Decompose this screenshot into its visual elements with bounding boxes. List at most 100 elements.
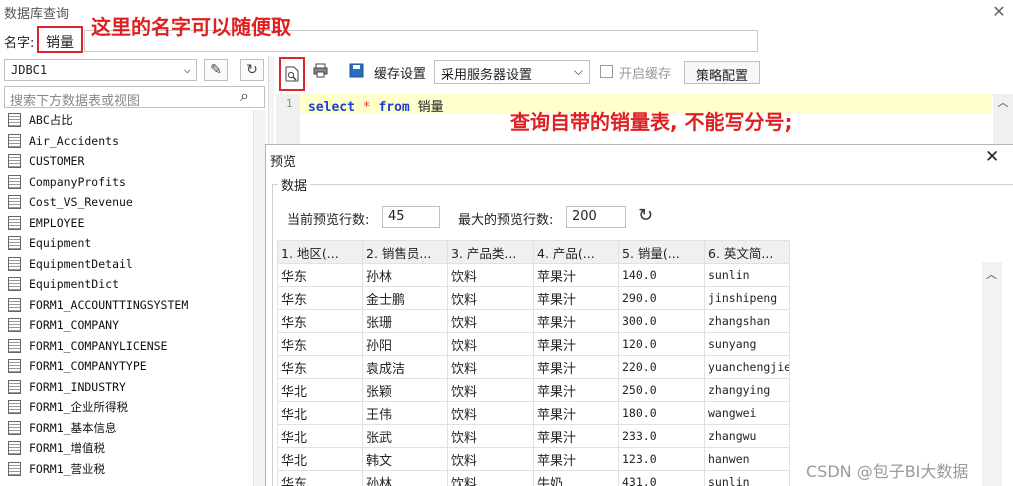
table-item[interactable]: Cost_VS_Revenue: [4, 192, 266, 213]
table-icon: [8, 256, 21, 271]
table-item[interactable]: FORM1_增值税: [4, 438, 266, 459]
table-icon: [8, 174, 21, 189]
table-icon: [8, 195, 21, 210]
close-icon[interactable]: ✕: [985, 147, 999, 167]
window-title: 数据库查询: [4, 7, 70, 22]
refresh-button[interactable]: ↻: [240, 59, 264, 81]
cache-value: 采用服务器设置: [441, 68, 533, 83]
table-item[interactable]: FORM1_营业税: [4, 459, 266, 480]
column-header[interactable]: 6. 英文简...: [704, 240, 790, 264]
table-item[interactable]: Equipment: [4, 233, 266, 254]
table-item[interactable]: FORM1_COMPANYLICENSE: [4, 336, 266, 357]
table-cell: 饮料: [447, 263, 534, 287]
table-cell: 300.0: [618, 309, 705, 333]
column-header[interactable]: 2. 销售员...: [362, 240, 448, 264]
refresh-icon[interactable]: ↻: [638, 205, 653, 226]
table-cell: 孙阳: [362, 332, 448, 356]
table-header-row: 1. 地区(... 2. 销售员... 3. 产品类... 4. 产品(... …: [277, 240, 790, 264]
table-item[interactable]: FORM1_COMPANY: [4, 315, 266, 336]
cache-select[interactable]: 采用服务器设置 ⌵: [434, 60, 590, 84]
column-header[interactable]: 1. 地区(...: [277, 240, 363, 264]
column-header[interactable]: 5. 销量(...: [618, 240, 705, 264]
close-icon[interactable]: ✕: [990, 2, 1008, 21]
table-item[interactable]: FORM1_COMPANYTYPE: [4, 356, 266, 377]
table-cell: 饮料: [447, 309, 534, 333]
table-row[interactable]: 华东 孙阳 饮料 苹果汁 120.0 sunyang: [277, 332, 790, 356]
table-cell: 苹果汁: [533, 286, 619, 310]
table-cell: 华东: [277, 355, 363, 379]
table-icon: [8, 338, 21, 353]
table-cell: 孙林: [362, 263, 448, 287]
table-cell: 金士鹏: [362, 286, 448, 310]
sql-code[interactable]: select * from 销量: [308, 96, 444, 115]
table-row[interactable]: 华东 袁成洁 饮料 苹果汁 220.0 yuanchengjie: [277, 355, 790, 379]
max-rows-input[interactable]: 200: [566, 206, 626, 228]
watermark: CSDN @包子BI大数据: [806, 462, 969, 481]
table-row[interactable]: 华东 金士鹏 饮料 苹果汁 290.0 jinshipeng: [277, 286, 790, 310]
edit-connection-button[interactable]: ✎: [204, 59, 228, 81]
group-label: 数据: [278, 175, 311, 194]
keyword-from: from: [378, 100, 410, 115]
table-icon: [8, 441, 21, 456]
table-cell: 233.0: [618, 424, 705, 448]
table-item[interactable]: FORM1_ACCOUNTTINGSYSTEM: [4, 295, 266, 316]
table-cell: 华东: [277, 332, 363, 356]
table-cell: 华北: [277, 401, 363, 425]
table-item[interactable]: FORM1_INDUSTRY: [4, 377, 266, 398]
table-cell: 180.0: [618, 401, 705, 425]
annotation-name-tip: 这里的名字可以随便取: [91, 15, 291, 39]
policy-config-button[interactable]: 策略配置: [684, 61, 760, 84]
table-cell: sunlin: [704, 470, 790, 486]
table-cell: 苹果汁: [533, 424, 619, 448]
column-header[interactable]: 4. 产品(...: [533, 240, 619, 264]
table-row[interactable]: 华北 张武 饮料 苹果汁 233.0 zhangwu: [277, 424, 790, 448]
table-cell: 孙林: [362, 470, 448, 486]
table-cell: zhangying: [704, 378, 790, 402]
grid-scrollbar[interactable]: [982, 262, 1002, 486]
table-icon: [8, 400, 21, 415]
table-cell: 华东: [277, 286, 363, 310]
table-name: 销量: [417, 100, 444, 115]
table-item[interactable]: FORM1_基本信息: [4, 418, 266, 439]
table-row[interactable]: 华北 张颖 饮料 苹果汁 250.0 zhangying: [277, 378, 790, 402]
table-cell: wangwei: [704, 401, 790, 425]
connection-select[interactable]: JDBC1 ⌵: [4, 59, 197, 81]
table-search-input[interactable]: 搜索下方数据表或视图: [4, 86, 265, 109]
print-icon[interactable]: [313, 63, 328, 82]
cache-settings-label: 缓存设置: [374, 67, 427, 82]
name-label: 名字:: [4, 36, 35, 51]
table-cell: zhangwu: [704, 424, 790, 448]
table-cell: 苹果汁: [533, 378, 619, 402]
table-row[interactable]: 华东 孙林 饮料 苹果汁 140.0 sunlin: [277, 263, 790, 287]
name-input[interactable]: 销量: [37, 26, 83, 53]
table-cell: sunlin: [704, 263, 790, 287]
editor-scrollbar[interactable]: ︿: [993, 94, 1013, 144]
table-item[interactable]: Air_Accidents: [4, 131, 266, 152]
column-header[interactable]: 3. 产品类...: [447, 240, 534, 264]
table-cell: 苹果汁: [533, 355, 619, 379]
table-item[interactable]: CUSTOMER: [4, 151, 266, 172]
table-cell: 饮料: [447, 424, 534, 448]
enable-cache-checkbox[interactable]: [600, 65, 613, 78]
line-number: 1: [286, 97, 293, 110]
table-row[interactable]: 华北 韩文 饮料 苹果汁 123.0 hanwen: [277, 447, 790, 471]
table-item[interactable]: EquipmentDict: [4, 274, 266, 295]
edit-icon: ✎: [210, 62, 222, 78]
table-item[interactable]: CompanyProfits: [4, 172, 266, 193]
table-cell: hanwen: [704, 447, 790, 471]
table-row[interactable]: 华东 孙林 饮料 牛奶 431.0 sunlin: [277, 470, 790, 486]
table-row[interactable]: 华东 张珊 饮料 苹果汁 300.0 zhangshan: [277, 309, 790, 333]
current-rows-input[interactable]: 45: [382, 206, 440, 228]
table-cell: 袁成洁: [362, 355, 448, 379]
table-item[interactable]: EMPLOYEE: [4, 213, 266, 234]
search-icon[interactable]: ⌕: [240, 86, 249, 106]
table-item[interactable]: FORM1_企业所得税: [4, 397, 266, 418]
refresh-icon: ↻: [246, 62, 258, 78]
table-row[interactable]: 华北 王伟 饮料 苹果汁 180.0 wangwei: [277, 401, 790, 425]
chevron-up-icon[interactable]: ︿: [986, 266, 997, 282]
table-item[interactable]: EquipmentDetail: [4, 254, 266, 275]
table-item[interactable]: ABC占比: [4, 110, 266, 131]
table-tree: ABC占比 Air_Accidents CUSTOMER CompanyProf…: [4, 110, 266, 486]
preview-button[interactable]: [279, 57, 305, 91]
table-cell: 饮料: [447, 470, 534, 486]
